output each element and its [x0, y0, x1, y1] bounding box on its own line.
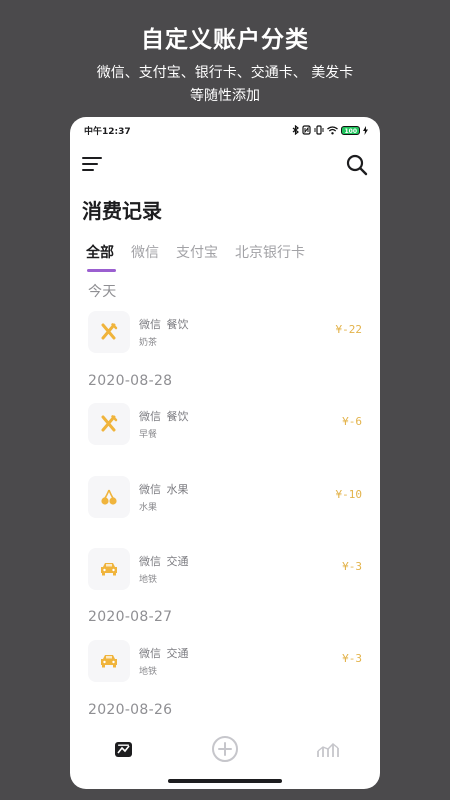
page-title: 消费记录	[82, 199, 162, 223]
record-row[interactable]: 微信 餐饮 奶茶 ¥-22	[70, 311, 380, 355]
records-icon	[114, 741, 132, 757]
tab-label: 微信	[131, 245, 159, 261]
category-icon-tile	[88, 476, 130, 518]
home-indicator[interactable]	[168, 779, 282, 783]
status-time: 中午12:37	[84, 126, 131, 137]
active-tab-indicator	[87, 269, 116, 272]
record-note: 水果	[139, 503, 158, 513]
car-icon	[101, 655, 117, 668]
record-amount: ¥-10	[335, 488, 363, 501]
search-icon	[346, 154, 368, 176]
record-category: 微信 餐饮	[139, 316, 191, 332]
date-header: 2020-08-28	[88, 373, 173, 389]
nav-records[interactable]	[103, 729, 143, 769]
record-amount: ¥-6	[342, 415, 362, 428]
battery-indicator: 100	[341, 125, 360, 135]
tab-wechat[interactable]: 微信	[131, 242, 159, 272]
record-account: 微信	[139, 318, 161, 331]
chart-icon	[317, 743, 339, 757]
record-account: 微信	[139, 483, 161, 496]
menu-icon	[82, 157, 102, 171]
bluetooth-icon	[293, 125, 300, 135]
car-icon	[101, 563, 117, 576]
record-note: 奶茶	[139, 338, 158, 348]
record-account: 微信	[139, 647, 161, 660]
record-account: 微信	[139, 555, 161, 568]
record-category: 微信 餐饮	[139, 408, 191, 424]
utensils-icon	[101, 415, 118, 432]
nfc-icon	[302, 125, 312, 135]
record-category: 微信 水果	[139, 481, 191, 497]
record-category-name: 餐饮	[166, 318, 189, 331]
status-bar: 中午12:37 100	[84, 121, 368, 139]
nav-add[interactable]	[205, 729, 245, 769]
cherry-icon	[101, 489, 117, 505]
menu-button[interactable]	[82, 155, 104, 175]
record-row[interactable]: 微信 交通 地铁 ¥-3	[70, 548, 380, 592]
tab-alipay[interactable]: 支付宝	[176, 242, 218, 272]
category-icon-tile	[88, 311, 130, 353]
record-amount: ¥-3	[342, 652, 362, 665]
category-icon-tile	[88, 548, 130, 590]
date-header: 今天	[88, 284, 117, 300]
date-header: 2020-08-26	[88, 702, 173, 718]
account-tabs: 全部 微信 支付宝 北京银行卡	[86, 242, 322, 272]
tab-label: 支付宝	[176, 245, 218, 261]
phone-screen: 中午12:37 100 消费记录 全部 微信 支付宝 北京银行卡 今天 微信 餐…	[70, 117, 380, 789]
promo-title: 自定义账户分类	[141, 27, 309, 53]
record-note: 地铁	[139, 667, 158, 677]
tab-label: 全部	[86, 245, 114, 261]
record-category-name: 交通	[166, 555, 189, 568]
category-icon-tile	[88, 403, 130, 445]
record-row[interactable]: 微信 餐饮 早餐 ¥-6	[70, 403, 380, 447]
record-row[interactable]: 微信 水果 水果 ¥-10	[70, 476, 380, 520]
record-amount: ¥-22	[335, 323, 363, 336]
bottom-nav	[70, 729, 380, 769]
record-note: 早餐	[139, 430, 158, 440]
record-category-name: 交通	[166, 647, 189, 660]
add-circle-icon	[212, 736, 238, 762]
record-category: 微信 交通	[139, 645, 191, 661]
charging-icon	[363, 125, 368, 135]
promo-subtitle-line1: 微信、支付宝、银行卡、交通卡、 美发卡	[96, 65, 354, 81]
category-icon-tile	[88, 640, 130, 682]
search-button[interactable]	[346, 154, 368, 176]
record-account: 微信	[139, 410, 161, 423]
record-row[interactable]: 微信 交通 地铁 ¥-3	[70, 640, 380, 684]
tab-bank-card[interactable]: 北京银行卡	[235, 242, 305, 272]
promo-subtitle: 微信、支付宝、银行卡、交通卡、 美发卡 等随性添加	[0, 62, 450, 108]
record-category: 微信 交通	[139, 553, 191, 569]
record-category-name: 水果	[166, 483, 189, 496]
record-note: 地铁	[139, 575, 158, 585]
date-header: 2020-08-27	[88, 609, 173, 625]
status-icons: 100	[292, 125, 368, 135]
tab-all[interactable]: 全部	[86, 242, 116, 272]
nav-chart[interactable]	[308, 729, 348, 769]
wifi-icon	[327, 125, 339, 134]
record-amount: ¥-3	[342, 560, 362, 573]
promo-subtitle-line2: 等随性添加	[190, 88, 260, 104]
record-category-name: 餐饮	[166, 410, 189, 423]
tab-label: 北京银行卡	[235, 245, 305, 261]
utensils-icon	[101, 323, 118, 340]
vibrate-icon	[314, 125, 324, 135]
